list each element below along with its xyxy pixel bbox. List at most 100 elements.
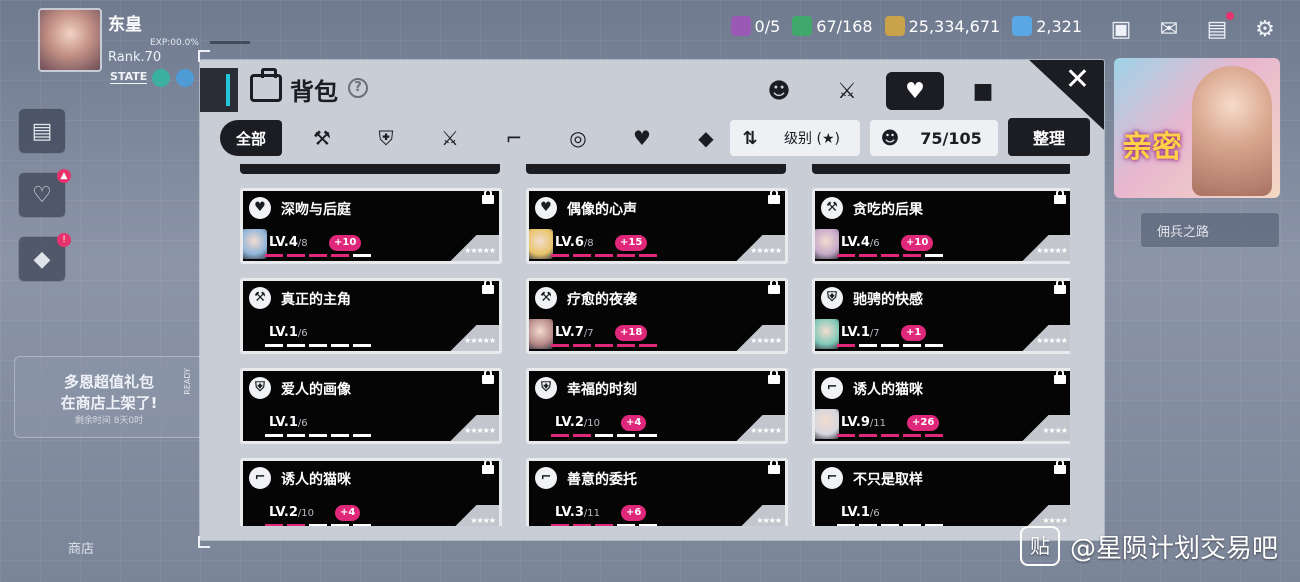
settings-icon[interactable]: ⚙ (1250, 14, 1280, 44)
rarity-stars: ★★★★ (756, 516, 782, 525)
card-list[interactable]: ♥ 深吻与后庭 LV.4/8 +10 ★★★★★ ♥ 偶像的心声 LV.6/8 +15 ★★★★★… (240, 164, 1070, 526)
promo-notice[interactable]: 多恩超值礼包 在商店上架了! 剩余时间 8天0时 (14, 356, 204, 438)
card-peek (812, 164, 1070, 174)
card-filter-icon[interactable]: ◆ (678, 120, 734, 156)
badge-icon[interactable] (152, 69, 170, 87)
bonus-badge: +4 (335, 505, 361, 521)
card-item[interactable]: ⛨ 爱人的画像 LV.1/6 ★★★★★ (240, 368, 502, 444)
lock-icon[interactable] (767, 281, 781, 295)
lock-icon[interactable] (481, 191, 495, 205)
card-item[interactable]: ⌐ 诱人的猫咪 LV.9/11 +26 ★★★★ (812, 368, 1070, 444)
level-max: /11 (583, 508, 600, 519)
card-item[interactable]: ⌐ 善意的委托 LV.3/11 +6 ★★★★ (526, 458, 788, 526)
bonus-badge: +6 (621, 505, 647, 521)
progress-bars (265, 254, 371, 257)
resource-item[interactable]: 2,321 (1012, 16, 1082, 36)
card-item[interactable]: ♥ 深吻与后庭 LV.4/8 +10 ★★★★★ (240, 188, 502, 264)
mail-icon[interactable]: ✉ (1154, 14, 1184, 44)
progress-bars (551, 344, 657, 347)
resource-item[interactable]: 0/5 (730, 16, 780, 36)
card-item[interactable]: ⌐ 诱人的猫咪 LV.2/10 +4 ★★★★ (240, 458, 502, 526)
card-type-icon: ⚒ (821, 197, 843, 219)
capacity-counter: ☻ 75/105 (870, 120, 998, 156)
energy-can-icon (792, 16, 813, 36)
lock-icon[interactable] (481, 461, 495, 475)
card-item[interactable]: ⛨ 幸福的时刻 LV.2/10 +4 ★★★★★ (526, 368, 788, 444)
owner-portrait (529, 319, 553, 349)
card-level: LV.4/8 (269, 235, 308, 250)
card-type-icon: ♥ (535, 197, 557, 219)
resource-item[interactable]: 67/168 (792, 16, 873, 36)
sort-dropdown[interactable]: ⇅ 级别 (★) (730, 120, 860, 156)
lock-icon[interactable] (767, 191, 781, 205)
lock-icon[interactable] (767, 371, 781, 385)
lock-icon[interactable] (1053, 371, 1067, 385)
lock-icon[interactable] (1053, 281, 1067, 295)
card-item[interactable]: ⚒ 真正的主角 LV.1/6 ★★★★★ (240, 278, 502, 354)
resource-item[interactable]: 25,334,671 (884, 16, 1001, 36)
lock-icon[interactable] (1053, 191, 1067, 205)
frame-corner (198, 50, 210, 62)
player-avatar[interactable] (38, 8, 102, 72)
level-value: LV.6 (555, 235, 584, 250)
event-banner[interactable]: 亲密 (1114, 58, 1280, 198)
category-tabs: ☻ ⚔ ♥ ■ (750, 72, 1012, 110)
rarity-stars: ★★★★★ (1036, 336, 1068, 345)
resource-value: 25,334,671 (908, 16, 1001, 36)
tab-cards[interactable]: ♥ (886, 72, 944, 110)
target-filter-icon[interactable]: ◎ (550, 120, 606, 156)
tab-characters[interactable]: ☻ (750, 72, 808, 110)
state-button[interactable]: STATE (110, 70, 148, 84)
lock-icon[interactable] (1053, 461, 1067, 475)
album-button[interactable]: ♡ ▲ (18, 169, 71, 218)
rarity-stars: ★★★★ (1042, 426, 1068, 435)
card-type-icon: ⌐ (535, 467, 557, 489)
chat-icon[interactable]: ▤ (1202, 12, 1234, 44)
tieba-logo-icon: 贴 (1019, 526, 1060, 566)
organize-button[interactable]: 整理 (1008, 118, 1090, 156)
promo-line-3: 剩余时间 8天0时 (74, 416, 144, 426)
event-button[interactable]: ◆! (18, 233, 71, 282)
card-type-icon: ⌐ (821, 467, 843, 489)
card-type-icon: ⛨ (535, 377, 557, 399)
progress-bars (265, 344, 371, 347)
mercenary-road-button[interactable]: 佣兵之路 (1140, 212, 1280, 248)
level-max: /7 (869, 328, 880, 339)
badge-icon[interactable] (176, 69, 194, 87)
card-level: LV.1/6 (269, 325, 308, 340)
sword-filter-icon[interactable]: ⚔ (422, 120, 478, 156)
shield-filter-icon[interactable]: ⛨ (358, 120, 414, 156)
card-item[interactable]: ⚒ 疗愈的夜袭 LV.7/7 +18 ★★★★★ (526, 278, 788, 354)
tab-items[interactable]: ■ (954, 72, 1012, 110)
backpack-icon (250, 68, 282, 102)
card-item[interactable]: ⛨ 驰骋的快感 LV.1/7 +1 ★★★★★ (812, 278, 1070, 354)
help-icon[interactable]: ? (348, 78, 368, 98)
missions-button[interactable]: ▤ (18, 108, 66, 154)
bonus-badge: +1 (901, 325, 927, 341)
lock-icon[interactable] (767, 461, 781, 475)
capacity-value: 75/105 (920, 128, 982, 148)
owner-portrait (815, 229, 839, 259)
banner-character-image (1192, 66, 1272, 196)
card-item[interactable]: ♥ 偶像的心声 LV.6/8 +15 ★★★★★ (526, 188, 788, 264)
watermark-text: @星陨计划交易吧 (1069, 533, 1278, 564)
card-item[interactable]: ⚒ 贪吃的后果 LV.4/6 +10 ★★★★★ (812, 188, 1070, 264)
bag-icon[interactable]: ▣ (1106, 14, 1136, 44)
card-item[interactable]: ⌐ 不只是取样 LV.1/6 ★★★★ (812, 458, 1070, 526)
axe-filter-icon[interactable]: ⚒ (294, 120, 350, 156)
close-icon[interactable]: ✕ (1065, 62, 1090, 97)
filter-all-button[interactable]: 全部 (220, 120, 282, 156)
tab-equipment[interactable]: ⚔ (818, 72, 876, 110)
owner-portrait (529, 229, 553, 259)
gun-filter-icon[interactable]: ⌐ (486, 120, 542, 156)
progress-bars (265, 524, 371, 526)
card-level: LV.1/7 (841, 325, 880, 340)
lock-icon[interactable] (481, 371, 495, 385)
ready-label: READY (183, 368, 192, 395)
shop-label[interactable]: 商店 (68, 538, 94, 557)
heart-filter-icon[interactable]: ♥ (614, 120, 670, 156)
card-type-icon: ⚒ (249, 287, 271, 309)
rarity-stars: ★★★★★ (750, 336, 782, 345)
lock-icon[interactable] (481, 281, 495, 295)
rarity-stars: ★★★★ (470, 516, 496, 525)
